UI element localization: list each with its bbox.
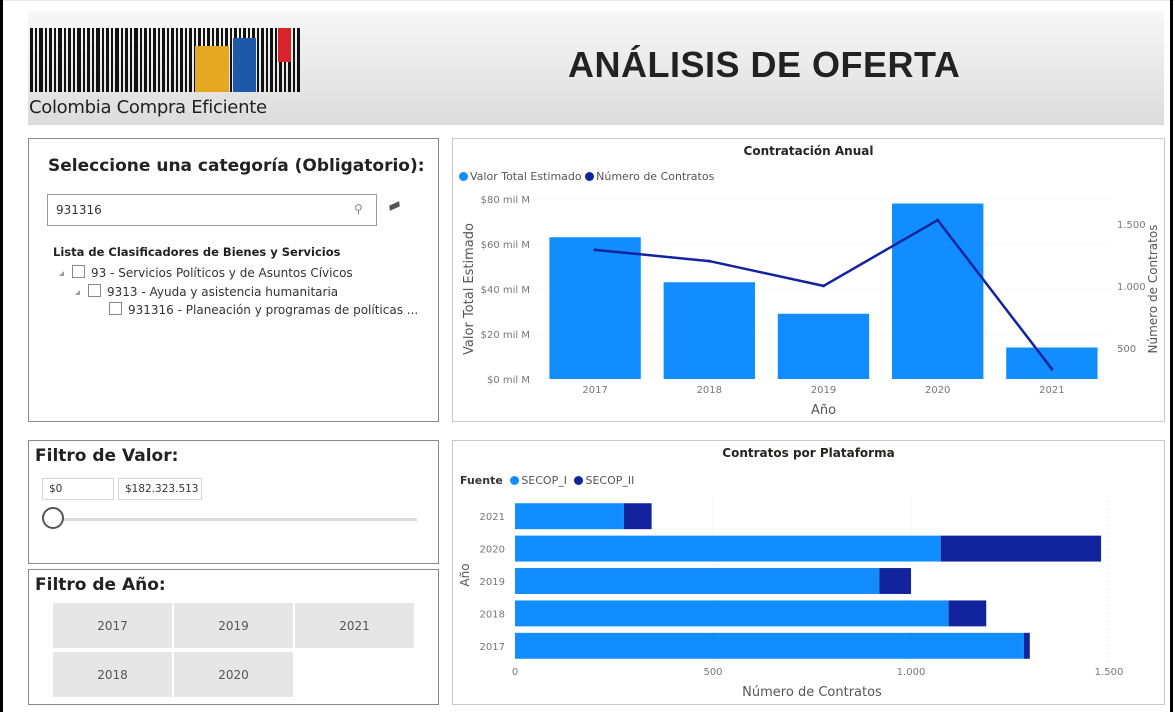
bar-segment [879, 568, 911, 594]
eraser-icon[interactable] [389, 201, 400, 211]
bar-segment [623, 503, 652, 530]
tree-checkbox[interactable] [88, 284, 101, 297]
y2-tick-label: 1.000 [1117, 282, 1146, 293]
platform-contracts-chart: Contratos por Plataforma Fuente SECOP_I … [452, 440, 1165, 705]
annual-contracting-chart: Contratación Anual Valor Total Estimado … [452, 138, 1165, 422]
bar-segment [515, 503, 624, 530]
expand-toggle-icon[interactable] [59, 271, 64, 276]
bar [777, 313, 870, 379]
year-button-2017[interactable]: 2017 [53, 603, 172, 648]
y-tick-label: $0 mil M [487, 375, 530, 386]
search-value: 931316 [56, 203, 102, 217]
year-filter-panel: Filtro de Año: 2017 2019 2021 2018 2020 [28, 569, 439, 705]
right-border [1170, 0, 1173, 712]
x-tick-label: 2017 [582, 385, 607, 396]
platform-chart-plot: 0 500 1.000 1.500 2021 2020 2019 2018 2017 Número… [458, 496, 1124, 700]
tree-item-label: 931316 - Planeación y programas de polít… [128, 303, 419, 317]
y-tick-label: 2020 [480, 545, 505, 556]
year-button-2019[interactable]: 2019 [174, 603, 293, 648]
value-slider-handle[interactable] [42, 507, 64, 529]
tree-checkbox[interactable] [72, 265, 85, 278]
bar [1006, 347, 1098, 379]
y-axis-label: Año [458, 563, 472, 586]
y-tick-label: $60 mil M [481, 240, 530, 251]
search-icon[interactable]: ⚲ [354, 202, 363, 216]
y-axis-label: Valor Total Estimado [462, 223, 477, 355]
x-axis-label: Año [811, 403, 836, 418]
bar-segment [1023, 632, 1030, 659]
bar-segment [515, 600, 949, 627]
category-panel: Seleccione una categoría (Obligatorio): … [28, 138, 439, 422]
y2-tick-label: 500 [1117, 344, 1136, 355]
bar [549, 237, 641, 379]
bar-segment [515, 535, 941, 562]
y-tick-label: $40 mil M [481, 285, 530, 296]
y-tick-label: 2021 [480, 512, 505, 523]
category-search-input[interactable]: 931316 ⚲ [47, 194, 377, 226]
tree-item[interactable]: 9313 - Ayuda y asistencia humanitaria [75, 284, 338, 299]
year-button-2021[interactable]: 2021 [295, 603, 414, 648]
line-point [936, 218, 940, 222]
bar [892, 203, 984, 379]
logo-text: Colombia Compra Eficiente [29, 97, 267, 118]
y-tick-label: $20 mil M [481, 330, 530, 341]
bar-segment [940, 535, 1102, 562]
line-point [822, 284, 825, 288]
x-tick-label: 500 [703, 667, 722, 678]
value-min-input[interactable]: $0 [42, 478, 114, 500]
tree-title: Lista de Clasificadores de Bienes y Serv… [53, 245, 341, 259]
value-slider-track[interactable] [47, 518, 417, 521]
year-button-2018[interactable]: 2018 [53, 652, 172, 697]
tree-checkbox[interactable] [109, 302, 122, 315]
y-tick-label: 2017 [480, 642, 505, 653]
expand-toggle-icon[interactable] [75, 290, 80, 295]
value-max-input[interactable]: $182.323.513 [118, 478, 202, 500]
category-title: Seleccione una categoría (Obligatorio): [48, 156, 425, 176]
top-border [0, 0, 1175, 5]
bar-segment [515, 632, 1024, 659]
y2-axis-label: Número de Contratos [1146, 225, 1160, 354]
tree-item[interactable]: 931316 - Planeación y programas de polít… [109, 302, 418, 317]
x-tick-label: 1.500 [1095, 667, 1124, 678]
page-title: ANÁLISIS DE OFERTA [568, 44, 961, 85]
bar [663, 282, 755, 379]
tree-item-label: 93 - Servicios Políticos y de Asuntos Cí… [91, 266, 353, 280]
y-tick-label: $80 mil M [481, 195, 530, 206]
line-point [1050, 367, 1054, 371]
y-tick-label: 2018 [480, 609, 505, 620]
x-tick-label: 2020 [925, 385, 950, 396]
bar-segment [948, 600, 987, 627]
value-filter-title: Filtro de Valor: [35, 446, 179, 466]
year-filter-title: Filtro de Año: [35, 575, 166, 595]
x-tick-label: 0 [512, 667, 518, 678]
x-axis-label: Número de Contratos [742, 685, 882, 700]
line-point [593, 248, 597, 252]
y-tick-label: 2019 [480, 577, 505, 588]
x-tick-label: 2021 [1039, 385, 1064, 396]
x-tick-label: 2019 [811, 385, 836, 396]
year-button-2020[interactable]: 2020 [174, 652, 293, 697]
tree-item[interactable]: 93 - Servicios Políticos y de Asuntos Cí… [59, 265, 353, 280]
bar-segment [515, 568, 880, 594]
left-border [0, 0, 3, 712]
annual-chart-plot: $0 mil M $20 mil M $40 mil M $60 mil M $80 m… [462, 195, 1160, 418]
x-tick-label: 2018 [697, 385, 722, 396]
line-point [707, 259, 711, 263]
value-filter-panel: Filtro de Valor: $0 $182.323.513 [28, 440, 439, 564]
y2-tick-label: 1.500 [1117, 220, 1146, 231]
tree-item-label: 9313 - Ayuda y asistencia humanitaria [107, 285, 339, 299]
x-tick-label: 1.000 [897, 667, 926, 678]
